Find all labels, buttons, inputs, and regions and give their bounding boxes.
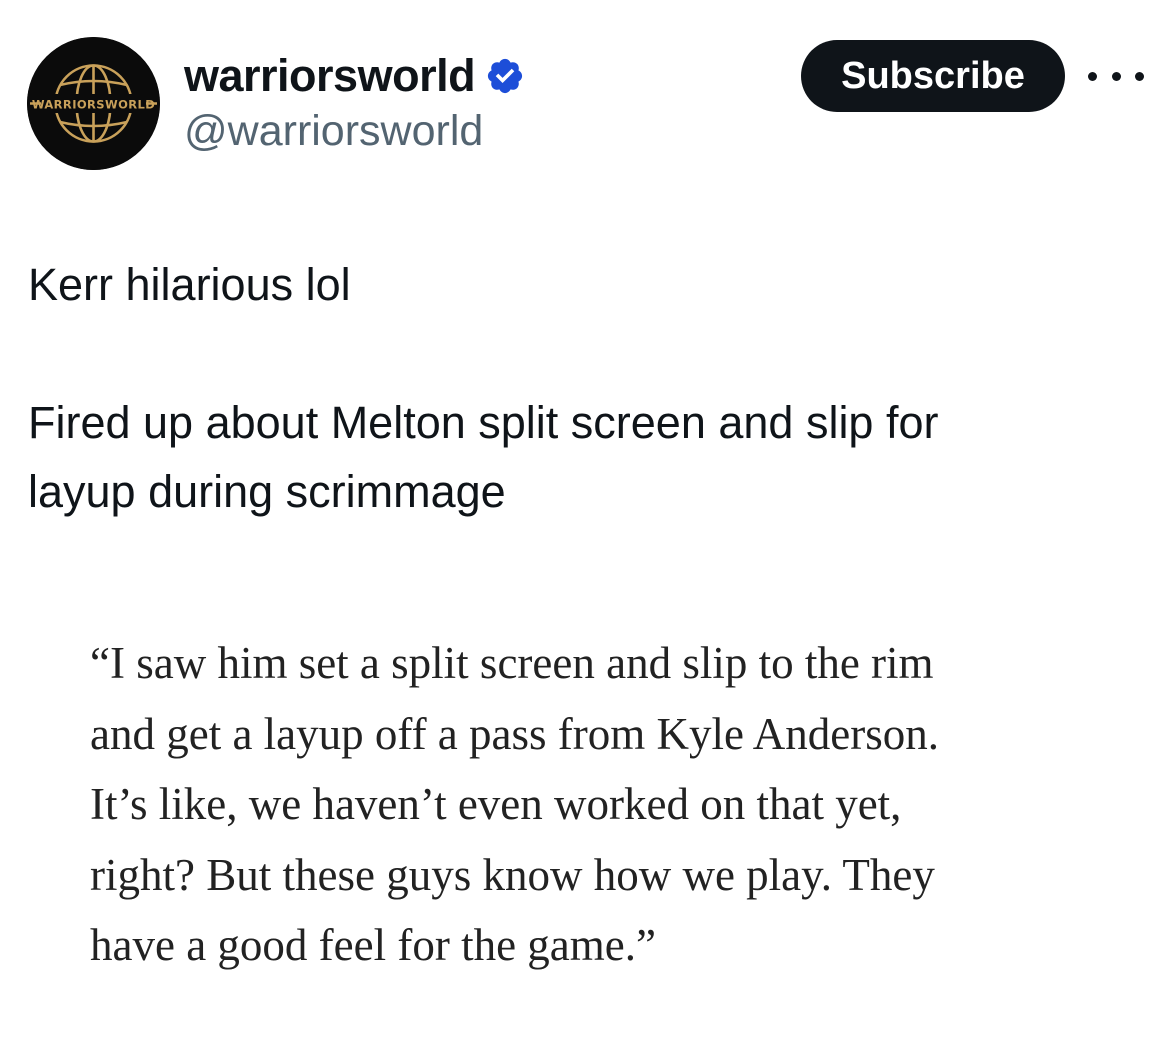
tweet-text: Kerr hilarious lol Fired up about Melton… xyxy=(28,250,1138,526)
subscribe-button[interactable]: Subscribe xyxy=(801,40,1065,112)
tweet-line: Kerr hilarious lol xyxy=(28,259,351,310)
quote-line: right? But these guys know how we play. … xyxy=(90,849,935,900)
verified-badge-icon xyxy=(487,58,523,94)
quote-line: and get a layup off a pass from Kyle And… xyxy=(90,708,939,759)
more-options-icon[interactable] xyxy=(1088,60,1144,92)
warriorsworld-logo: WARRIORSWORLD xyxy=(27,37,160,170)
quote-line: “I saw him set a split screen and slip t… xyxy=(90,638,934,688)
more-dot xyxy=(1111,71,1121,81)
svg-text:WARRIORSWORLD: WARRIORSWORLD xyxy=(32,98,155,112)
quote-image-text: “I saw him set a split screen and slip t… xyxy=(90,628,1110,981)
tweet-line: layup during scrimmage xyxy=(28,466,506,517)
avatar[interactable]: WARRIORSWORLD xyxy=(27,37,160,170)
more-dot xyxy=(1135,71,1144,81)
author-handle[interactable]: @warriorsworld xyxy=(184,105,483,157)
quote-line: have a good feel for the game.” xyxy=(90,920,656,970)
quote-line: It’s like, we haven’t even worked on tha… xyxy=(90,779,902,829)
tweet-line: Fired up about Melton split screen and s… xyxy=(28,397,939,448)
more-dot xyxy=(1088,71,1097,81)
display-name[interactable]: warriorsworld xyxy=(184,50,476,102)
author-name-row: warriorsworld xyxy=(184,50,525,102)
